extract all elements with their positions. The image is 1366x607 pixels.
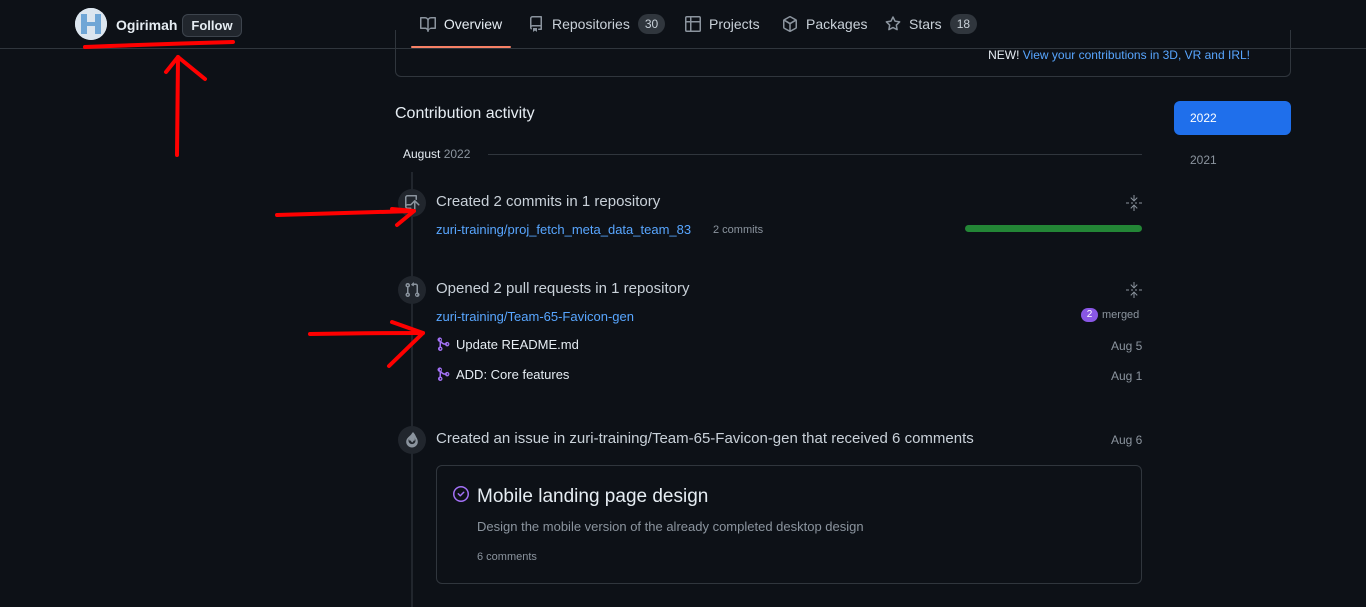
month-divider: [488, 154, 1142, 155]
contributions-3d-link[interactable]: View your contributions in 3D, VR and IR…: [1023, 48, 1250, 62]
annotation-arrow-shaft: [308, 331, 425, 336]
pull-request-repo-link[interactable]: zuri-training/Team-65-Favicon-gen: [436, 309, 634, 324]
commit-count-link[interactable]: 2 commits: [713, 224, 763, 236]
issue-card-title[interactable]: Mobile landing page design: [477, 486, 708, 508]
month-heading: August 2022: [403, 147, 470, 161]
issue-card-comments: 6 comments: [477, 551, 537, 563]
fold-icon[interactable]: [1126, 195, 1142, 211]
commit-event-title: Created 2 commits in 1 repository: [436, 193, 661, 210]
repo-push-icon: [405, 195, 420, 211]
pull-request-date: Aug 5: [1111, 339, 1143, 353]
merged-count-badge: 2: [1081, 308, 1098, 322]
pull-request-item[interactable]: ADD: Core features: [436, 366, 569, 382]
pull-request-item[interactable]: Update README.md: [436, 336, 579, 352]
git-pull-request-icon: [405, 282, 420, 298]
pull-request-date: Aug 1: [1111, 369, 1143, 383]
issue-event-badge: [398, 426, 426, 454]
banner-text: NEW! View your contributions in 3D, VR a…: [988, 48, 1250, 62]
avatar[interactable]: [75, 8, 107, 40]
follow-button[interactable]: Follow: [182, 14, 242, 37]
git-merge-icon: [437, 367, 450, 382]
contribution-activity-title: Contribution activity: [395, 105, 535, 122]
fold-icon-glyph: [1126, 195, 1142, 211]
username[interactable]: Ogirimah: [116, 17, 177, 33]
commit-event-badge: [398, 189, 426, 217]
issue-closed-icon: [453, 486, 469, 502]
timeline-line: [411, 172, 413, 607]
avatar-identicon-icon: [75, 8, 107, 40]
merged-label: merged: [1102, 309, 1140, 321]
commit-repo-link[interactable]: zuri-training/proj_fetch_meta_data_team_…: [436, 222, 691, 237]
fold-icon[interactable]: [1126, 282, 1142, 298]
issue-event-title: Created an issue in zuri-training/Team-6…: [436, 430, 974, 447]
pull-request-title: Update README.md: [456, 336, 579, 352]
annotation-arrow-shaft: [275, 209, 416, 217]
annotation-arrow-head: [164, 55, 207, 81]
issue-event-date: Aug 6: [1111, 433, 1143, 447]
pull-request-title: ADD: Core features: [456, 366, 570, 382]
new-label: NEW!: [988, 48, 1020, 62]
annotation-arrow-head: [387, 320, 425, 368]
pull-request-event-badge: [398, 276, 426, 304]
merged-status: 2 merged: [1081, 308, 1139, 322]
flame-icon: [406, 432, 418, 448]
annotation-arrow-shaft: [175, 55, 180, 157]
year-2022-button[interactable]: 2022: [1174, 101, 1291, 135]
month-year: 2022: [443, 147, 471, 161]
year-2021-link[interactable]: 2021: [1190, 153, 1217, 167]
git-merge-icon: [437, 337, 450, 352]
issue-card-description: Design the mobile version of the already…: [477, 519, 864, 534]
month-name: August: [403, 147, 441, 161]
pull-request-event-title: Opened 2 pull requests in 1 repository: [436, 280, 690, 297]
fold-icon-glyph: [1126, 282, 1142, 298]
commit-progress-bar: [965, 225, 1142, 232]
contribution-banner: NEW! View your contributions in 3D, VR a…: [395, 30, 1291, 77]
